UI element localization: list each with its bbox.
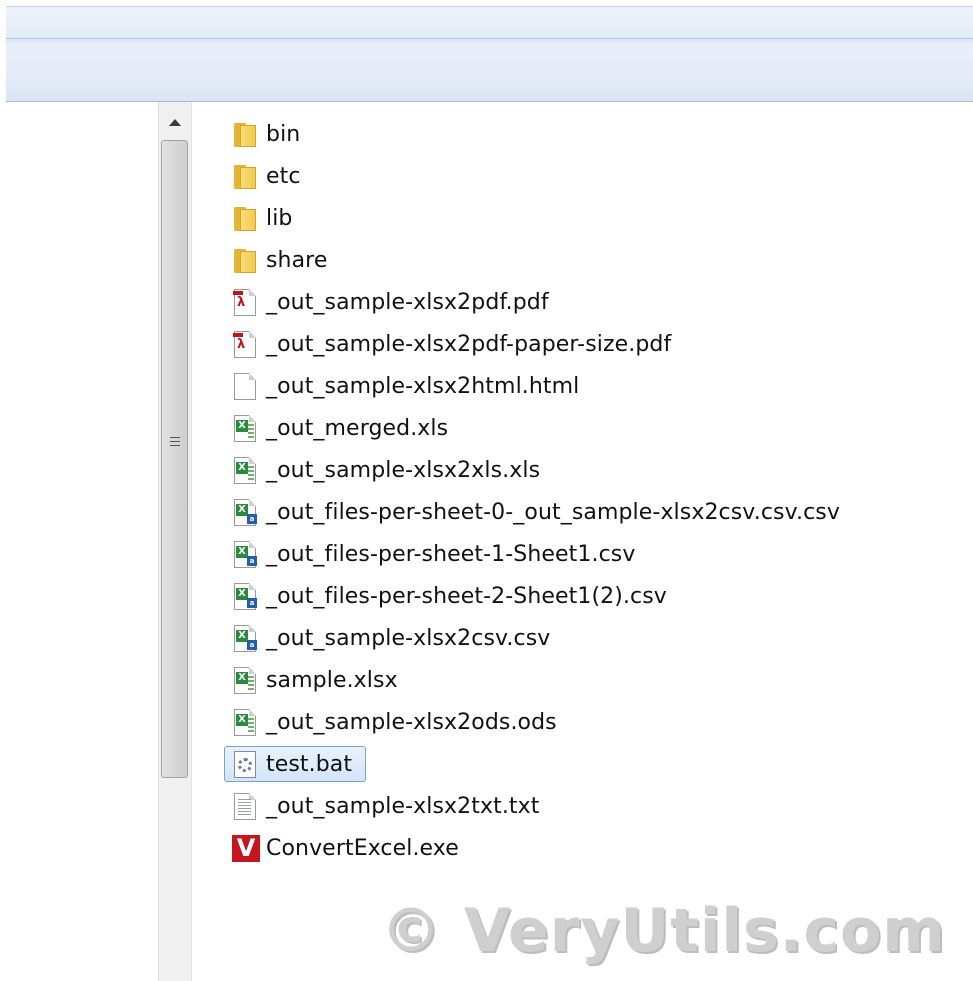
file-name-label: _out_files-per-sheet-0-_out_sample-xlsx2… — [266, 499, 840, 525]
file-item-out-sample-xlsx2csv-csv[interactable]: Xa _out_sample-xlsx2csv.csv — [222, 617, 962, 659]
file-name-label: _out_merged.xls — [266, 415, 449, 441]
file-item-out-sample-xlsx2html-html[interactable]: _out_sample-xlsx2html.html — [222, 365, 962, 407]
pdf-file-icon: λ — [230, 287, 260, 317]
grip-icon — [170, 437, 180, 448]
folder-icon — [230, 203, 260, 233]
text-file-icon — [230, 791, 260, 821]
file-item-out-files-per-sheet-1-sheet1-csv[interactable]: Xa _out_files-per-sheet-1-Sheet1.csv — [222, 533, 962, 575]
file-item-test-bat[interactable]: test.bat — [222, 743, 962, 785]
file-name-label: _out_sample-xlsx2csv.csv — [266, 625, 551, 651]
file-item-out-files-per-sheet-2-sheet1-2-csv[interactable]: Xa _out_files-per-sheet-2-Sheet1(2).csv — [222, 575, 962, 617]
excel-file-icon: X — [230, 707, 260, 737]
batch-file-icon — [230, 749, 260, 779]
file-name-label: _out_files-per-sheet-2-Sheet1(2).csv — [266, 583, 667, 609]
csv-file-icon: Xa — [230, 581, 260, 611]
file-name-label: _out_sample-xlsx2txt.txt — [266, 793, 540, 819]
file-item-out-sample-xlsx2txt-txt[interactable]: _out_sample-xlsx2txt.txt — [222, 785, 962, 827]
file-item-out-sample-xlsx2pdf-paper-size-pdf[interactable]: λ _out_sample-xlsx2pdf-paper-size.pdf — [222, 323, 962, 365]
file-list: bin etc lib share λ _out_sample-xlsx2pdf.pdf λ… — [222, 113, 962, 869]
folder-icon — [230, 161, 260, 191]
file-name-label: sample.xlsx — [266, 667, 398, 693]
file-item-convertexcel-exe[interactable]: V ConvertExcel.exe — [222, 827, 962, 869]
file-item-out-sample-xlsx2pdf-pdf[interactable]: λ _out_sample-xlsx2pdf.pdf — [222, 281, 962, 323]
file-name-label: _out_sample-xlsx2pdf.pdf — [266, 289, 549, 315]
file-item-out-sample-xlsx2ods-ods[interactable]: X _out_sample-xlsx2ods.ods — [222, 701, 962, 743]
folder-icon — [230, 119, 260, 149]
scrollbar-thumb[interactable] — [161, 140, 188, 778]
csv-file-icon: Xa — [230, 539, 260, 569]
file-name-label: _out_sample-xlsx2pdf-paper-size.pdf — [266, 331, 672, 357]
convertexcel-app-icon: V — [230, 833, 260, 863]
file-name-label: ConvertExcel.exe — [266, 835, 459, 861]
excel-file-icon: X — [230, 413, 260, 443]
csv-file-icon: Xa — [230, 623, 260, 653]
up-arrow-icon — [169, 118, 181, 126]
file-name-label: test.bat — [266, 751, 353, 777]
file-name-label: lib — [266, 205, 293, 231]
file-name-label: _out_files-per-sheet-1-Sheet1.csv — [266, 541, 636, 567]
file-item-sample-xlsx[interactable]: Xsample.xlsx — [222, 659, 962, 701]
blank-file-icon — [230, 371, 260, 401]
toolbar-background — [6, 6, 973, 102]
file-item-out-files-per-sheet-0-out-sample-xlsx2csv-csv-csv[interactable]: Xa _out_files-per-sheet-0-_out_sample-xls… — [222, 491, 962, 533]
file-item-lib[interactable]: lib — [222, 197, 962, 239]
toolbar-divider — [6, 38, 973, 39]
pdf-file-icon: λ — [230, 329, 260, 359]
file-name-label: bin — [266, 121, 301, 147]
file-item-share[interactable]: share — [222, 239, 962, 281]
watermark: © VeryUtils.com — [381, 896, 946, 966]
file-name-label: _out_sample-xlsx2html.html — [266, 373, 580, 399]
scroll-up-button[interactable] — [159, 110, 191, 134]
file-name-label: _out_sample-xlsx2ods.ods — [266, 709, 557, 735]
folder-icon — [230, 245, 260, 275]
file-item-bin[interactable]: bin — [222, 113, 962, 155]
file-item-out-sample-xlsx2xls-xls[interactable]: X _out_sample-xlsx2xls.xls — [222, 449, 962, 491]
file-item-out-merged-xls[interactable]: X _out_merged.xls — [222, 407, 962, 449]
navigation-pane — [0, 102, 158, 981]
file-name-label: _out_sample-xlsx2xls.xls — [266, 457, 541, 483]
excel-file-icon: X — [230, 665, 260, 695]
file-name-label: etc — [266, 163, 301, 189]
nav-pane-scrollbar[interactable] — [158, 102, 192, 981]
file-item-etc[interactable]: etc — [222, 155, 962, 197]
explorer-toolbar — [0, 0, 973, 102]
file-name-label: share — [266, 247, 328, 273]
excel-file-icon: X — [230, 455, 260, 485]
csv-file-icon: Xa — [230, 497, 260, 527]
